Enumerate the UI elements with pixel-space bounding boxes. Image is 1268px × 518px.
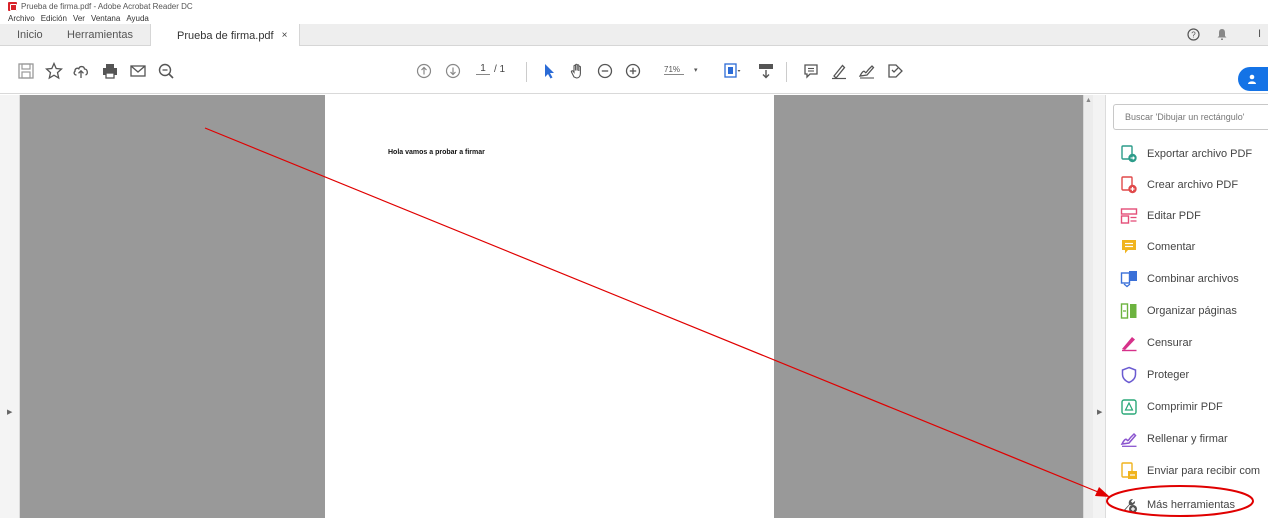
more-tools-icon: [1123, 498, 1137, 513]
tool-comentar[interactable]: Comentar: [1120, 237, 1195, 257]
left-navigation-strip: ▶: [0, 95, 20, 518]
find-zoom-icon[interactable]: [157, 62, 175, 80]
tab-close-icon[interactable]: ×: [282, 30, 288, 41]
menu-ayuda[interactable]: Ayuda: [126, 14, 149, 23]
tool-enviar-comentarios[interactable]: Enviar para recibir com: [1120, 461, 1260, 481]
tools-pane: Buscar 'Dibujar un rectángulo' Exportar …: [1106, 95, 1268, 518]
protect-icon: [1121, 366, 1137, 384]
tool-label: Enviar para recibir com: [1147, 465, 1261, 477]
tool-combinar-archivos[interactable]: Combinar archivos: [1120, 269, 1239, 289]
tool-label: Crear archivo PDF: [1147, 179, 1239, 191]
help-icon[interactable]: ?: [1187, 28, 1200, 44]
window-title: Prueba de firma.pdf - Adobe Acrobat Read…: [21, 2, 193, 11]
tab-bar: Inicio Herramientas Prueba de firma.pdf …: [0, 24, 1268, 47]
tool-comprimir-pdf[interactable]: Comprimir PDF: [1120, 397, 1223, 417]
notifications-bell-icon[interactable]: [1216, 28, 1228, 44]
tab-inicio-label: Inicio: [17, 29, 43, 41]
right-pane-collapse-strip: ▶: [1093, 95, 1106, 518]
fill-sign-icon: [1120, 432, 1137, 447]
send-comments-icon: [1121, 462, 1137, 479]
comment-note-icon[interactable]: [802, 62, 820, 80]
tab-right-cut-label: I: [1258, 28, 1262, 40]
fit-page-icon[interactable]: [723, 62, 741, 80]
menu-ventana[interactable]: Ventana: [91, 14, 120, 23]
tab-document[interactable]: Prueba de firma.pdf ×: [150, 24, 301, 47]
redact-icon: [1122, 337, 1137, 352]
scroll-up-icon[interactable]: ▲: [1085, 97, 1092, 104]
tab-herramientas[interactable]: Herramientas: [67, 24, 133, 46]
tab-inicio[interactable]: Inicio: [17, 24, 43, 46]
tool-label: Rellenar y firmar: [1147, 433, 1228, 445]
page-number-box: 1 / 1: [476, 63, 505, 75]
toolbar-divider: [526, 62, 527, 82]
pdf-page[interactable]: Hola vamos a probar a firmar: [325, 95, 774, 518]
zoom-level-select[interactable]: 71% ▾: [664, 65, 698, 75]
export-pdf-icon: [1121, 145, 1137, 163]
menu-archivo[interactable]: Archivo: [8, 14, 35, 23]
main-toolbar: 1 / 1 71% ▾: [0, 46, 1268, 94]
previous-page-icon[interactable]: [415, 62, 433, 80]
svg-text:?: ?: [1191, 31, 1196, 40]
tool-organizar-paginas[interactable]: Organizar páginas: [1120, 301, 1237, 321]
tools-search-placeholder: Buscar 'Dibujar un rectángulo': [1125, 112, 1245, 122]
email-icon[interactable]: [129, 62, 147, 80]
create-pdf-icon: [1121, 176, 1137, 194]
tab-document-label: Prueba de firma.pdf: [177, 29, 274, 42]
menu-bar: Archivo Edición Ver Ventana Ayuda: [0, 13, 1268, 24]
page-number-input[interactable]: 1: [476, 63, 490, 75]
tool-rellenar-firmar[interactable]: Rellenar y firmar: [1120, 429, 1228, 449]
tool-editar-pdf[interactable]: Editar PDF: [1120, 206, 1201, 226]
document-viewport[interactable]: Hola vamos a probar a firmar: [20, 95, 1083, 518]
save-icon[interactable]: [17, 62, 35, 80]
compress-icon: [1121, 399, 1137, 415]
tool-censurar[interactable]: Censurar: [1120, 333, 1192, 353]
tool-label: Proteger: [1147, 369, 1190, 381]
zoom-dropdown-caret: ▾: [694, 67, 698, 74]
comment-icon: [1122, 240, 1136, 254]
hand-tool-icon[interactable]: [568, 62, 586, 80]
expand-left-pane-icon[interactable]: ▶: [7, 408, 12, 416]
zoom-level-value: 71%: [664, 65, 684, 75]
tool-label: Comprimir PDF: [1147, 401, 1223, 413]
organize-icon: [1120, 303, 1137, 319]
zoom-in-icon[interactable]: [624, 62, 642, 80]
bookmark-star-icon[interactable]: [45, 62, 63, 80]
next-page-icon[interactable]: [444, 62, 462, 80]
account-button[interactable]: [1238, 67, 1268, 91]
tools-search-input[interactable]: Buscar 'Dibujar un rectángulo': [1113, 104, 1268, 130]
highlight-pen-icon[interactable]: [830, 62, 848, 80]
sign-pen-icon[interactable]: [858, 62, 876, 80]
tool-label: Exportar archivo PDF: [1147, 148, 1253, 160]
tool-label: Censurar: [1147, 337, 1193, 349]
select-cursor-icon[interactable]: [540, 62, 558, 80]
scroll-mode-icon[interactable]: [757, 62, 775, 80]
tool-proteger[interactable]: Proteger: [1120, 365, 1189, 385]
tool-label: Organizar páginas: [1147, 305, 1237, 317]
upload-cloud-icon[interactable]: [72, 62, 90, 80]
pdf-page-text: Hola vamos a probar a firmar: [388, 149, 485, 156]
tool-exportar-pdf[interactable]: Exportar archivo PDF: [1120, 144, 1252, 164]
page-total: / 1: [494, 63, 506, 75]
print-icon[interactable]: [101, 62, 119, 80]
acrobat-app-icon: [8, 2, 17, 11]
menu-ver[interactable]: Ver: [73, 14, 85, 23]
vertical-scrollbar[interactable]: ▲: [1083, 95, 1093, 518]
tool-label: Combinar archivos: [1147, 273, 1239, 285]
tool-mas-herramientas[interactable]: Más herramientas: [1120, 495, 1235, 515]
tool-crear-pdf[interactable]: Crear archivo PDF: [1120, 175, 1238, 195]
tool-label: Más herramientas: [1147, 499, 1236, 511]
window-titlebar: Prueba de firma.pdf - Adobe Acrobat Read…: [0, 0, 1268, 13]
user-avatar-icon: [1248, 74, 1256, 84]
tab-herramientas-label: Herramientas: [67, 29, 134, 41]
menu-edicion[interactable]: Edición: [41, 14, 67, 23]
toolbar-divider: [786, 62, 787, 82]
combine-icon: [1120, 271, 1137, 288]
zoom-out-icon[interactable]: [596, 62, 614, 80]
stamp-tag-icon[interactable]: [886, 62, 904, 80]
collapse-right-pane-icon[interactable]: ▶: [1097, 408, 1102, 416]
edit-pdf-icon: [1120, 208, 1138, 224]
tool-label: Comentar: [1147, 241, 1196, 253]
tool-label: Editar PDF: [1147, 210, 1201, 222]
